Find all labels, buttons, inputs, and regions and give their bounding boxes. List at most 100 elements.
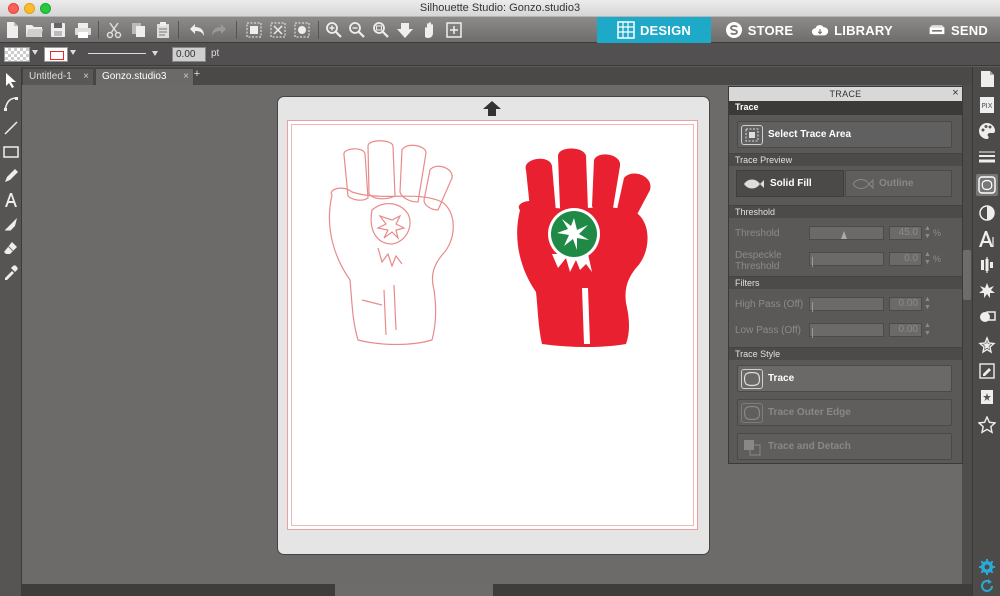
outline-button[interactable]: Outline (845, 170, 952, 197)
offset-icon[interactable] (976, 334, 998, 356)
trace-panel-titlebar[interactable]: TRACE × (729, 87, 962, 101)
transparency-icon[interactable] (976, 202, 998, 224)
move-down-icon[interactable] (395, 20, 415, 40)
app-window: Silhouette Studio: Gonzo.studio3 DESIGN … (0, 0, 1000, 596)
knife-tool-icon[interactable] (1, 214, 21, 234)
refresh-icon[interactable] (976, 576, 998, 596)
high-pass-value-input[interactable]: 0.00 (889, 297, 922, 311)
redo-icon[interactable] (210, 20, 230, 40)
despeckle-value-input[interactable]: 0.0 (889, 252, 922, 266)
horizontal-scrollbar[interactable] (22, 584, 972, 596)
zoom-in-icon[interactable] (324, 20, 344, 40)
line-color-swatch[interactable] (44, 47, 68, 62)
close-panel-icon[interactable]: × (952, 87, 959, 100)
eraser-icon[interactable] (1, 238, 21, 258)
threshold-value-input[interactable]: 45.0 (889, 226, 922, 240)
line-color-dropdown-icon[interactable] (70, 50, 76, 55)
select-all-icon[interactable] (244, 20, 264, 40)
threshold-spin-up-icon[interactable]: ▲ (924, 225, 931, 232)
outline-label: Outline (879, 178, 914, 189)
tab-send[interactable]: SEND (916, 17, 1000, 43)
trace-and-detach-button[interactable]: Trace and Detach (737, 433, 952, 460)
page-setup-icon[interactable] (976, 68, 998, 90)
tab-library[interactable]: LIBRARY (808, 17, 896, 43)
despeckle-spin-down-icon[interactable]: ▼ (924, 259, 931, 266)
point-edit-icon[interactable] (1, 94, 21, 114)
vertical-scroll-thumb[interactable] (963, 250, 971, 300)
low-pass-slider-handle[interactable] (812, 328, 813, 338)
add-tab-button[interactable]: + (190, 68, 204, 85)
new-file-icon[interactable] (2, 20, 22, 40)
despeckle-spin-up-icon[interactable]: ▲ (924, 251, 931, 258)
traced-fist-outline[interactable] (322, 140, 462, 345)
close-tab-icon[interactable]: × (183, 71, 189, 82)
low-pass-spin-down-icon[interactable]: ▼ (924, 330, 931, 337)
solid-fill-button[interactable]: Solid Fill (736, 170, 844, 197)
freehand-pencil-icon[interactable] (1, 166, 21, 186)
select-arrow-icon[interactable] (1, 70, 21, 90)
favorites-star-outline-icon[interactable] (976, 414, 998, 436)
line-tool-icon[interactable] (1, 118, 21, 138)
deselect-icon[interactable] (268, 20, 288, 40)
vertical-scrollbar[interactable] (962, 85, 972, 584)
trace-outer-edge-button[interactable]: Trace Outer Edge (737, 399, 952, 426)
high-pass-spin-up-icon[interactable]: ▲ (924, 296, 931, 303)
high-pass-slider[interactable] (809, 297, 884, 312)
copy-icon[interactable] (129, 20, 149, 40)
eyedropper-icon[interactable] (1, 262, 21, 282)
close-tab-icon[interactable]: × (83, 71, 89, 82)
paste-icon[interactable] (153, 20, 173, 40)
low-pass-value-input[interactable]: 0.00 (889, 323, 922, 337)
threshold-slider[interactable] (809, 226, 884, 240)
cloud-icon (812, 25, 829, 36)
rectangle-tool-icon[interactable] (1, 142, 21, 162)
doc-tab-label: Gonzo.studio3 (102, 71, 167, 82)
line-width-input[interactable]: 0.00 (172, 47, 206, 62)
text-tool-icon[interactable] (1, 190, 21, 210)
fill-color-swatch[interactable] (4, 47, 30, 62)
save-icon[interactable] (48, 20, 68, 40)
star-favorites-icon[interactable] (976, 386, 998, 408)
threshold-slider-handle[interactable] (841, 231, 847, 239)
line-style-icon[interactable] (976, 146, 998, 168)
solid-fist-preview[interactable] (512, 148, 662, 348)
low-pass-slider[interactable] (809, 323, 884, 338)
doc-tab-untitled[interactable]: Untitled-1 × (22, 68, 94, 85)
horizontal-scroll-thumb[interactable] (335, 584, 493, 596)
fit-to-page-icon[interactable] (444, 20, 464, 40)
align-icon[interactable] (976, 254, 998, 276)
high-pass-spin-down-icon[interactable]: ▼ (924, 304, 931, 311)
zoom-to-fit-icon[interactable] (371, 20, 391, 40)
cut-icon[interactable] (104, 20, 124, 40)
low-pass-spin-up-icon[interactable]: ▲ (924, 322, 931, 329)
tab-design[interactable]: DESIGN (597, 17, 711, 43)
doc-tab-gonzo[interactable]: Gonzo.studio3 × (95, 68, 194, 85)
open-folder-icon[interactable] (24, 20, 44, 40)
trace-button[interactable]: Trace (737, 365, 952, 392)
sketch-icon[interactable] (976, 360, 998, 382)
pan-hand-icon[interactable] (419, 20, 439, 40)
select-trace-area-button[interactable]: Select Trace Area (737, 121, 952, 148)
zoom-out-icon[interactable] (347, 20, 367, 40)
print-icon[interactable] (73, 20, 93, 40)
replicate-icon[interactable] (976, 280, 998, 302)
fill-dropdown-icon[interactable] (32, 50, 38, 55)
trace-outer-edge-icon (741, 402, 763, 423)
trace-icon[interactable] (976, 174, 998, 196)
tab-store[interactable]: STORE (716, 17, 802, 43)
svg-text:PIX: PIX (981, 102, 992, 110)
text-style-icon[interactable] (976, 228, 998, 250)
modify-icon[interactable] (976, 306, 998, 328)
despeckle-slider[interactable] (809, 252, 884, 267)
high-pass-slider-handle[interactable] (812, 302, 813, 312)
undo-icon[interactable] (186, 20, 206, 40)
threshold-label: Threshold (735, 228, 780, 239)
threshold-spin-down-icon[interactable]: ▼ (924, 233, 931, 240)
line-style-select[interactable] (86, 48, 160, 60)
despeckle-slider-handle[interactable] (812, 257, 813, 267)
settings-gear-icon[interactable] (976, 556, 998, 578)
pixscan-icon[interactable]: PIX (976, 94, 998, 116)
select-by-color-icon[interactable] (292, 20, 312, 40)
fill-palette-icon[interactable] (976, 120, 998, 142)
grid-icon (617, 21, 635, 39)
